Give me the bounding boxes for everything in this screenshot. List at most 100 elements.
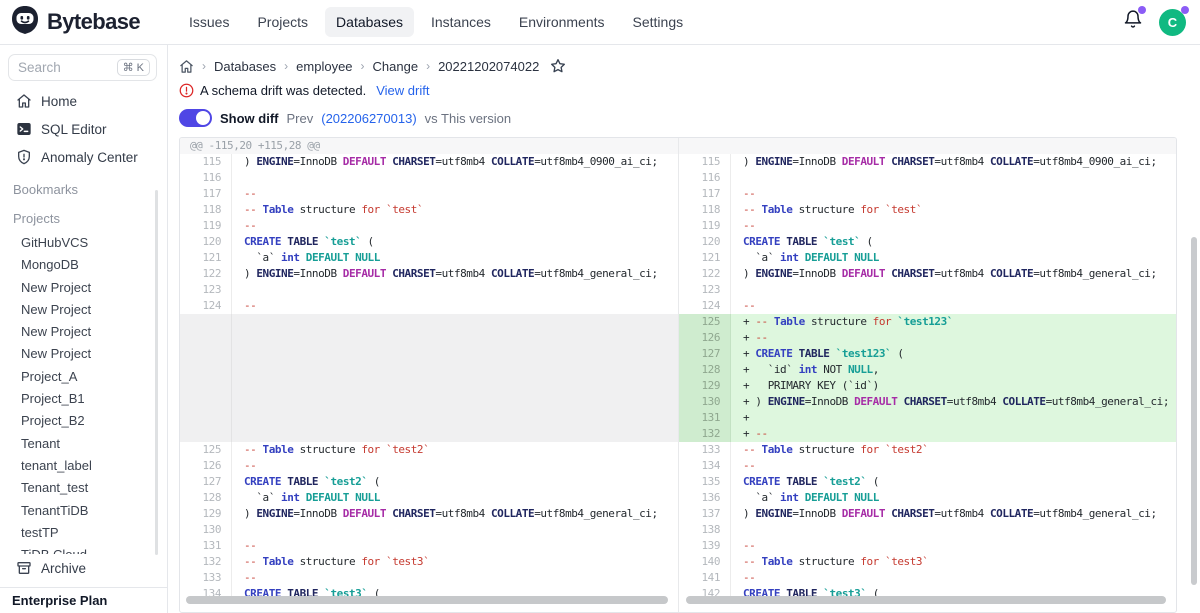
nav-item-projects[interactable]: Projects xyxy=(246,7,319,37)
project-item[interactable]: Project_A xyxy=(0,366,167,388)
search-placeholder: Search xyxy=(18,60,61,75)
diff-line: 119-- xyxy=(679,218,1176,234)
show-diff-toggle[interactable] xyxy=(179,109,212,127)
line-number: 121 xyxy=(679,250,731,266)
sidebar-item-archive[interactable]: Archive xyxy=(0,554,167,582)
nav-item-settings[interactable]: Settings xyxy=(622,7,695,37)
project-item[interactable]: Project_B1 xyxy=(0,388,167,410)
line-code: -- xyxy=(731,458,1176,474)
line-code xyxy=(731,170,1176,186)
sidebar-item-label: Anomaly Center xyxy=(41,150,138,165)
line-code: ) ENGINE=InnoDB DEFAULT CHARSET=utf8mb4 … xyxy=(232,266,678,282)
line-code: -- xyxy=(731,570,1176,586)
breadcrumb-databases[interactable]: Databases xyxy=(214,59,276,74)
line-number: 126 xyxy=(679,330,731,346)
top-navigation: Bytebase IssuesProjectsDatabasesInstance… xyxy=(0,0,1200,45)
project-item[interactable]: TenantTiDB xyxy=(0,500,167,522)
project-item[interactable]: New Project xyxy=(0,299,167,321)
diff-line: 116 xyxy=(180,170,678,186)
search-input[interactable]: Search ⌘ K xyxy=(8,54,157,81)
right-pane-horizontal-scrollbar[interactable] xyxy=(686,596,1166,604)
line-code: ) ENGINE=InnoDB DEFAULT CHARSET=utf8mb4 … xyxy=(731,154,1176,170)
line-number: 116 xyxy=(679,170,731,186)
brand-name: Bytebase xyxy=(47,9,140,35)
diff-line: 126-- xyxy=(180,458,678,474)
project-item[interactable]: New Project xyxy=(0,343,167,365)
line-code: -- xyxy=(731,218,1176,234)
nav-item-databases[interactable]: Databases xyxy=(325,7,414,37)
star-icon[interactable] xyxy=(550,58,566,74)
notification-bell-button[interactable] xyxy=(1123,9,1143,35)
home-icon xyxy=(16,93,32,109)
line-number: 133 xyxy=(679,442,731,458)
breadcrumb-version[interactable]: 20221202074022 xyxy=(438,59,539,74)
line-code xyxy=(731,522,1176,538)
line-code: -- xyxy=(731,538,1176,554)
line-number: 117 xyxy=(180,186,232,202)
diff-line: 125-- Table structure for `test2` xyxy=(180,442,678,458)
line-code: ) ENGINE=InnoDB DEFAULT CHARSET=utf8mb4 … xyxy=(731,266,1176,282)
diff-line: 125+ -- Table structure for `test123` xyxy=(679,314,1176,330)
line-code: + ) ENGINE=InnoDB DEFAULT CHARSET=utf8mb… xyxy=(731,394,1176,410)
nav-item-issues[interactable]: Issues xyxy=(178,7,240,37)
sidebar-item-sql-editor[interactable]: SQL Editor xyxy=(0,115,167,143)
line-code: `a` int DEFAULT NULL xyxy=(731,250,1176,266)
line-number: 120 xyxy=(679,234,731,250)
project-item[interactable]: Project_B2 xyxy=(0,410,167,432)
project-item[interactable]: TiDB Cloud xyxy=(0,544,167,554)
line-number: 132 xyxy=(679,426,731,442)
plan-badge: Enterprise Plan xyxy=(0,587,167,613)
prev-label: Prev xyxy=(287,111,314,126)
project-item[interactable]: New Project xyxy=(0,277,167,299)
project-item[interactable]: Tenant_test xyxy=(0,477,167,499)
line-code: `a` int DEFAULT NULL xyxy=(232,490,678,506)
view-drift-link[interactable]: View drift xyxy=(376,83,429,98)
line-code: -- Table structure for `test` xyxy=(232,202,678,218)
project-item[interactable]: New Project xyxy=(0,321,167,343)
line-number: 115 xyxy=(180,154,232,170)
diff-line: 115) ENGINE=InnoDB DEFAULT CHARSET=utf8m… xyxy=(180,154,678,170)
diff-line: 128 `a` int DEFAULT NULL xyxy=(180,490,678,506)
sidebar-scrollbar[interactable] xyxy=(155,190,158,555)
line-code: `a` int DEFAULT NULL xyxy=(232,250,678,266)
breadcrumb-separator: › xyxy=(426,59,430,73)
diff-line: 124-- xyxy=(679,298,1176,314)
line-number: 124 xyxy=(679,298,731,314)
line-number: 132 xyxy=(180,554,232,570)
project-item[interactable]: MongoDB xyxy=(0,254,167,276)
schema-drift-alert: A schema drift was detected. View drift xyxy=(179,83,1200,98)
project-item[interactable]: GitHubVCS xyxy=(0,232,167,254)
line-number: 127 xyxy=(180,474,232,490)
brand[interactable]: Bytebase xyxy=(0,5,178,40)
line-number: 123 xyxy=(180,282,232,298)
diff-line: 115) ENGINE=InnoDB DEFAULT CHARSET=utf8m… xyxy=(679,154,1176,170)
sidebar-item-label: Archive xyxy=(41,561,86,576)
diff-line: 140-- Table structure for `test3` xyxy=(679,554,1176,570)
project-item[interactable]: Tenant xyxy=(0,433,167,455)
sidebar-item-label: Home xyxy=(41,94,77,109)
left-pane-horizontal-scrollbar[interactable] xyxy=(186,596,668,604)
page-vertical-scrollbar[interactable] xyxy=(1191,237,1197,585)
user-avatar[interactable]: C xyxy=(1159,9,1186,36)
diff-line: 124-- xyxy=(180,298,678,314)
project-item[interactable]: testTP xyxy=(0,522,167,544)
sidebar-item-anomaly-center[interactable]: Anomaly Center xyxy=(0,143,167,171)
line-number: 138 xyxy=(679,522,731,538)
diff-line: 121 `a` int DEFAULT NULL xyxy=(180,250,678,266)
line-number: 129 xyxy=(180,506,232,522)
breadcrumb-employee[interactable]: employee xyxy=(296,59,352,74)
line-number: 125 xyxy=(679,314,731,330)
line-code xyxy=(731,282,1176,298)
diff-line: 130+ ) ENGINE=InnoDB DEFAULT CHARSET=utf… xyxy=(679,394,1176,410)
diff-line: 129) ENGINE=InnoDB DEFAULT CHARSET=utf8m… xyxy=(180,506,678,522)
schema-diff-viewer: @@ -115,20 +115,28 @@115) ENGINE=InnoDB … xyxy=(179,137,1177,613)
nav-item-instances[interactable]: Instances xyxy=(420,7,502,37)
breadcrumb-change[interactable]: Change xyxy=(373,59,419,74)
sidebar-item-home[interactable]: Home xyxy=(0,87,167,115)
avatar-badge xyxy=(1181,6,1189,14)
notification-badge xyxy=(1138,6,1146,14)
home-icon[interactable] xyxy=(179,59,194,74)
project-item[interactable]: tenant_label xyxy=(0,455,167,477)
prev-version-link[interactable]: (202206270013) xyxy=(321,111,416,126)
nav-item-environments[interactable]: Environments xyxy=(508,7,616,37)
